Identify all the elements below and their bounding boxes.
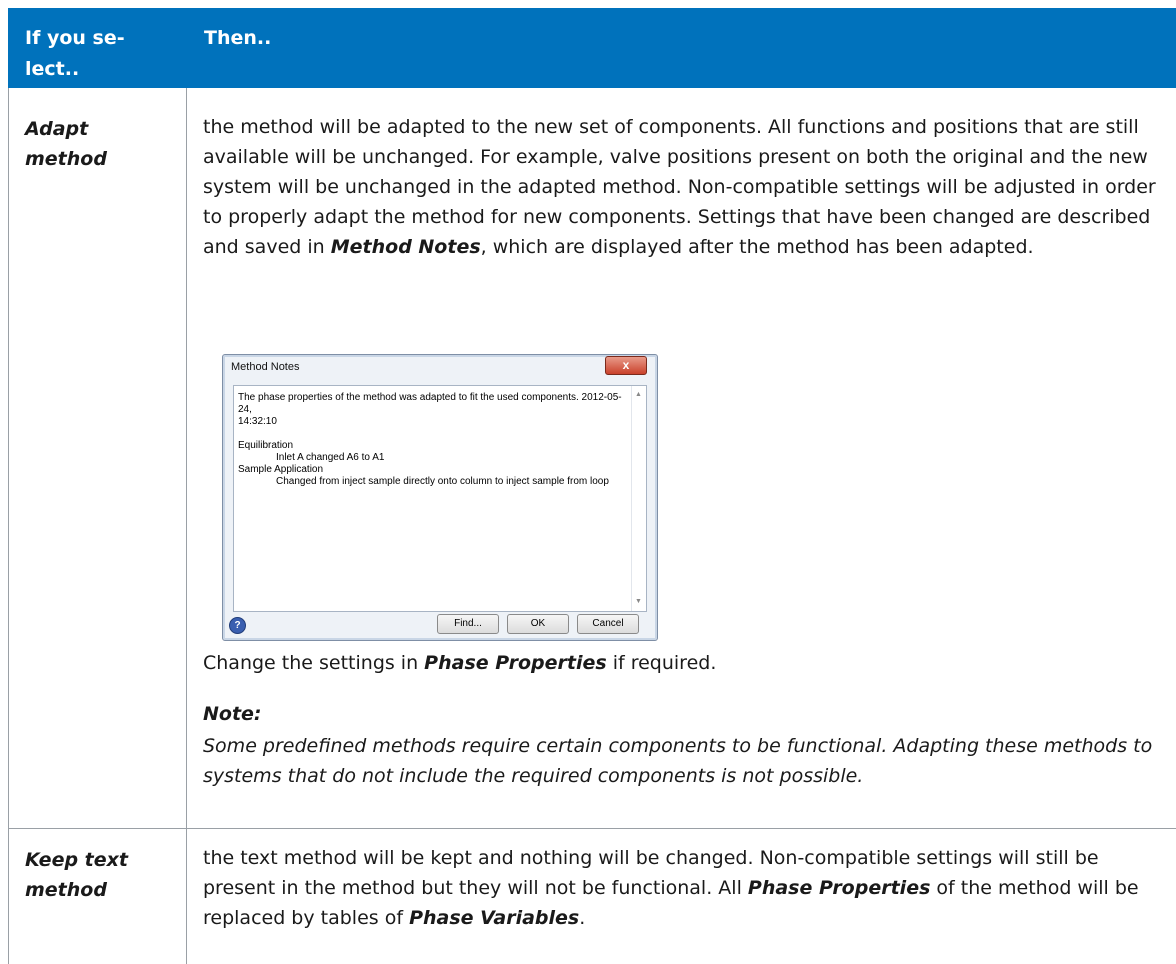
scroll-up-arrow-icon[interactable]: ▲ (635, 389, 642, 401)
dialog-close-button[interactable]: x (605, 356, 647, 375)
notes-line: Inlet A changed A6 to A1 (276, 452, 385, 463)
change-settings-text: Change the settings in Phase Properties … (203, 648, 1168, 678)
row-label-keep-text-method: Keep text method (25, 849, 128, 901)
keep-text-part3: . (579, 907, 586, 929)
ok-button[interactable]: OK (507, 614, 569, 634)
method-notes-term: Method Notes (330, 236, 481, 258)
notes-line: Changed from inject sample directly onto… (276, 476, 609, 487)
notes-line: Equilibration (238, 440, 294, 451)
phase-variables-term: Phase Variables (409, 907, 580, 929)
change-settings-post: if required. (606, 652, 717, 674)
phase-properties-term: Phase Properties (747, 877, 931, 899)
notes-line: The phase properties of the method was a… (238, 392, 622, 415)
page: If you se- lect.. Then.. Adapt method th… (0, 0, 1176, 964)
phase-properties-term: Phase Properties (424, 652, 607, 674)
header-if-you-select: If you se- lect.. (25, 27, 125, 80)
notes-line: Sample Application (238, 464, 324, 475)
dialog-scrollbar[interactable]: ▲ ▼ (631, 386, 646, 611)
dialog-title: Method Notes (231, 361, 300, 373)
notes-line (238, 428, 628, 440)
dialog-notes-textarea[interactable]: The phase properties of the method was a… (233, 385, 647, 612)
scroll-down-arrow-icon[interactable]: ▼ (635, 596, 642, 608)
help-icon[interactable]: ? (229, 617, 246, 634)
selection-table: If you se- lect.. Then.. Adapt method th… (8, 8, 1176, 964)
method-notes-dialog: Method Notes x The phase properties of t… (222, 354, 658, 641)
cancel-button[interactable]: Cancel (577, 614, 639, 634)
dialog-notes-text: The phase properties of the method was a… (238, 392, 628, 488)
note-heading: Note: (203, 703, 262, 725)
table-row-adapt-method: Adapt method the method will be adapted … (8, 88, 1176, 829)
row-label-adapt-method: Adapt method (25, 118, 107, 170)
header-then: Then.. (204, 27, 272, 49)
adapt-intro-end: , which are displayed after the method h… (480, 236, 1034, 258)
table-header: If you se- lect.. Then.. (8, 8, 1176, 88)
adapt-method-description: the method will be adapted to the new se… (203, 112, 1168, 262)
note-text: Some predefined methods require certain … (203, 735, 1153, 787)
keep-text-description: the text method will be kept and nothing… (203, 843, 1168, 933)
find-button[interactable]: Find... (437, 614, 499, 634)
table-row-keep-text-method: Keep text method the text method will be… (8, 829, 1176, 959)
change-settings-pre: Change the settings in (203, 652, 425, 674)
notes-line: 14:32:10 (238, 416, 277, 427)
